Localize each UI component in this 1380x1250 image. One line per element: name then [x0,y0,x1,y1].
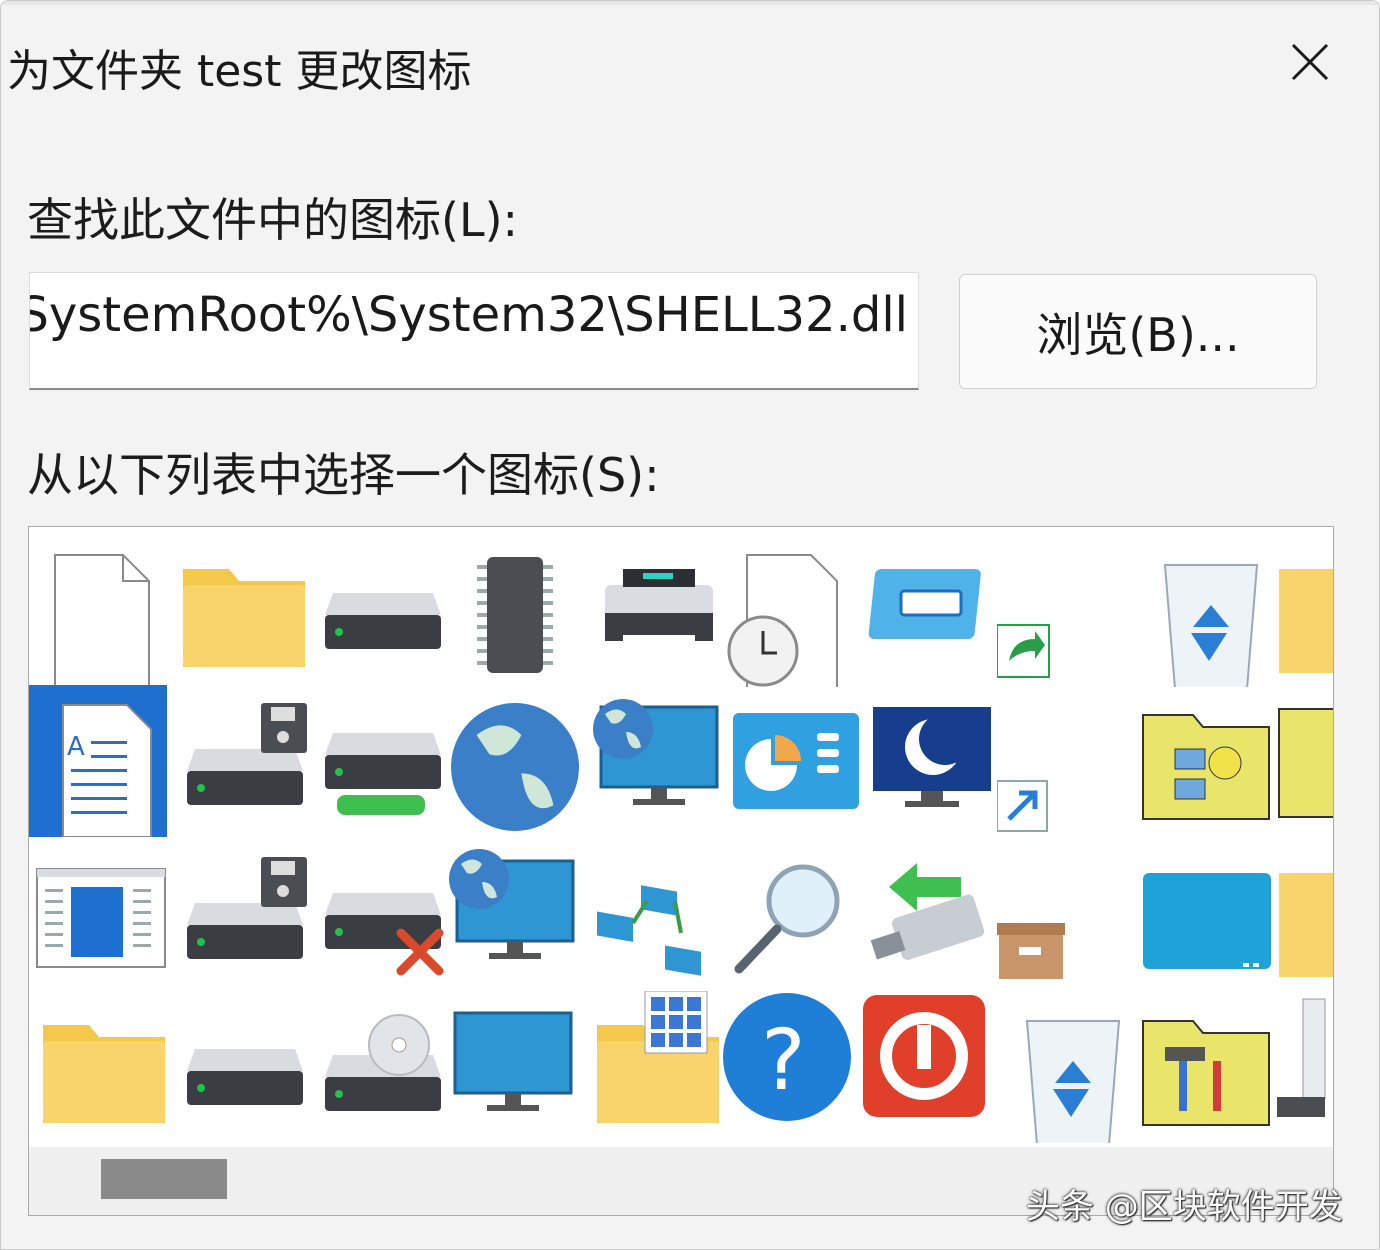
icon-option-11[interactable] [169,685,307,837]
power-icon [863,995,985,1117]
tower-partial-icon [1277,998,1326,1117]
browse-button[interactable]: 浏览(B)... [959,274,1317,389]
svg-text:A: A [67,732,85,762]
recycle-bin-full-icon [1163,564,1259,687]
close-button[interactable] [1273,25,1345,97]
recent-document-icon [727,554,838,687]
icon-option-1[interactable] [169,535,307,687]
hard-drive-icon [325,593,441,649]
monitor-icon [453,1011,573,1111]
disconnected-drive-icon [325,893,444,976]
floppy-drive-2-icon [187,857,307,959]
icon-option-21[interactable] [169,839,307,991]
watermark: 头条 @区块软件开发 [1026,1187,1343,1227]
blank-document-icon [54,554,150,687]
icon-option-36[interactable] [859,991,997,1143]
icon-list[interactable]: A? [28,526,1334,1216]
icon-option-14[interactable] [583,685,721,837]
cd-drive-icon [325,1014,441,1111]
icon-option-8[interactable] [1135,535,1273,687]
hard-drive-2-icon [187,1049,303,1105]
icon-option-35[interactable]: ? [721,991,859,1143]
archive-box-icon [997,923,1065,979]
usb-drive-icon [870,863,985,960]
icon-option-10[interactable]: A [29,685,167,837]
icon-option-27[interactable] [997,839,1135,991]
chip-icon [477,557,553,673]
folder-2-icon [43,1025,165,1123]
network-computer-icon [593,699,719,805]
application-window-icon [36,868,166,968]
folder-partial-icon [1279,569,1333,673]
text-document-icon: A [62,704,152,837]
icon-option-15[interactable] [721,685,859,837]
icon-option-29[interactable] [1273,839,1333,991]
dialog-title: 为文件夹 test 更改图标 [7,46,472,97]
folder-apps-icon [597,991,719,1123]
floppy-drive-icon [187,703,307,805]
svg-text:?: ? [761,1011,806,1109]
scrollbar-thumb[interactable] [101,1159,227,1199]
icon-option-9[interactable] [1273,535,1333,687]
icon-option-6[interactable] [859,535,997,687]
icon-option-12[interactable] [307,685,445,837]
icon-option-0[interactable] [29,535,167,687]
icon-option-30[interactable] [29,991,167,1143]
icon-option-34[interactable] [583,991,721,1143]
file-path-input[interactable] [30,287,908,343]
control-panel-icon [733,713,859,809]
icon-option-2[interactable] [307,535,445,687]
icon-option-39[interactable] [1273,991,1333,1143]
icon-option-18[interactable] [1135,685,1273,837]
icon-option-17[interactable] [997,685,1135,837]
icon-option-32[interactable] [307,991,445,1143]
legacy-folder-partial-icon [1278,708,1333,818]
icon-option-13[interactable] [445,685,583,837]
icon-option-28[interactable] [1135,839,1273,991]
icon-option-26[interactable] [859,839,997,991]
icon-option-7[interactable] [997,535,1135,687]
icon-option-22[interactable] [307,839,445,991]
blue-desktop-icon [1143,873,1271,969]
icon-option-20[interactable] [29,839,167,991]
shortcut-small-icon [997,780,1048,832]
titlebar-edge [1,1,1379,5]
icon-option-4[interactable] [583,535,721,687]
tools-folder-icon [1142,1020,1270,1126]
icon-option-37[interactable] [997,991,1135,1143]
window-app-icon [868,569,981,639]
network-folder-icon [1142,714,1270,820]
icon-list-label: 从以下列表中选择一个图标(S): [27,448,660,502]
file-path-field[interactable] [29,272,919,390]
change-icon-dialog: 为文件夹 test 更改图标 查找此文件中的图标(L): 浏览(B)... 从以… [0,0,1380,1250]
icon-option-19[interactable] [1273,685,1333,837]
sleep-monitor-icon [873,707,991,807]
close-icon [1291,43,1329,81]
folder-icon [183,569,305,667]
search-magnifier-icon [734,864,840,974]
help-icon: ? [723,993,851,1121]
icon-option-16[interactable] [859,685,997,837]
icon-option-5[interactable] [721,535,859,687]
file-path-label: 查找此文件中的图标(L): [27,193,519,247]
internet-computer-icon [449,849,575,959]
network-map-icon [597,885,701,976]
icon-option-25[interactable] [721,839,859,991]
printer-icon [605,569,713,645]
recycle-bin-empty-icon [1025,1020,1121,1143]
shortcut-arrow-icon [997,624,1050,678]
icon-option-3[interactable] [445,535,583,687]
icon-option-23[interactable] [445,839,583,991]
font-folder-partial-icon [1279,873,1333,977]
removable-drive-icon [325,733,441,815]
icon-option-24[interactable] [583,839,721,991]
icon-option-38[interactable] [1135,991,1273,1143]
icon-option-31[interactable] [169,991,307,1143]
icon-option-33[interactable] [445,991,583,1143]
globe-icon [451,703,579,831]
